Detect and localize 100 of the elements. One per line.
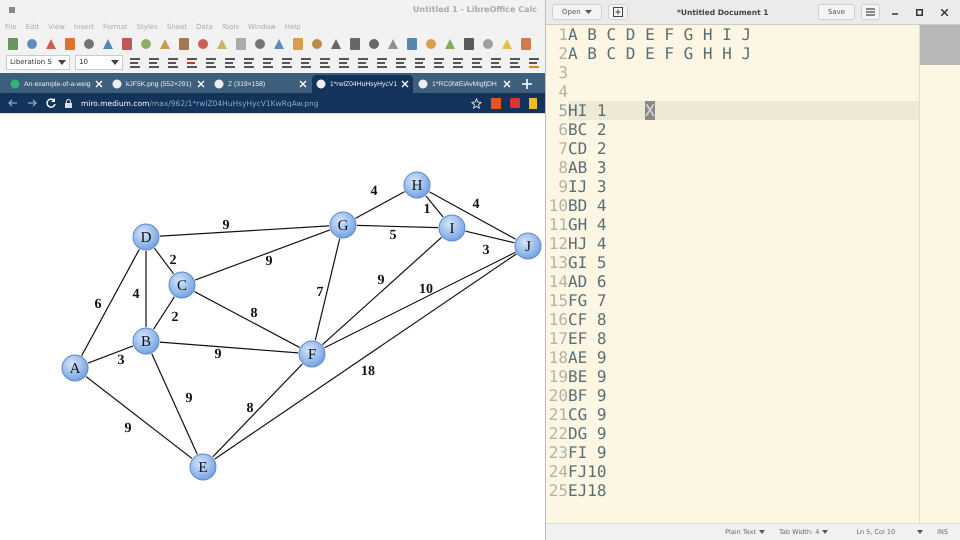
line-text: FG 7	[568, 291, 608, 310]
line-text: BC 2	[568, 120, 608, 139]
edge-weight: 8	[250, 306, 258, 322]
caret-icon[interactable]	[822, 530, 828, 534]
window-title: Untitled 1 - LibreOffice Calc	[412, 5, 537, 14]
line-number: 5	[558, 101, 568, 120]
line-text: A B C D E F G H I J	[568, 25, 752, 44]
font-color-icon[interactable]	[185, 55, 199, 70]
caret-icon[interactable]	[584, 10, 592, 14]
reload-icon[interactable]	[46, 98, 56, 108]
new-document-button[interactable]	[608, 4, 628, 20]
line-text: BE 9	[568, 367, 608, 386]
line-text: AB 3	[568, 158, 608, 177]
line-number: 17	[548, 329, 568, 348]
edge-weight: 5	[390, 228, 396, 244]
line-number: 10	[548, 196, 568, 215]
graph-node: D	[132, 224, 160, 251]
line-number: 6	[558, 120, 568, 139]
text-area[interactable]: A B C D E F G H I J A B C D E F G H H J HI 1 X BC 2 CD 2 AB 3 IJ 3 BD 4 GH 4 HJ 4 GI 5 AD 6 FG 7 CF 8 EF 8 AE 9 BE 9 BF 9 CG 9 DG 9 FI 9 FJ10 EJ18	[568, 25, 919, 523]
line-number: 13	[548, 253, 568, 272]
app-icon	[8, 6, 16, 14]
line-text: HI 1	[568, 101, 608, 120]
line-number: 20	[548, 386, 568, 405]
line-number: 4	[558, 82, 568, 101]
maximize-icon[interactable]	[916, 8, 923, 16]
line-number: 12	[548, 234, 568, 253]
line-number: 3	[558, 63, 568, 82]
graph-node: G	[330, 212, 356, 239]
menu-button[interactable]	[861, 4, 880, 20]
line-number: 23	[548, 443, 568, 462]
star-icon[interactable]	[471, 98, 482, 109]
line-number: 7	[558, 139, 568, 158]
line-number: 18	[548, 348, 568, 367]
line-text: IJ 3	[568, 177, 608, 196]
graph-node: A	[62, 354, 88, 382]
line-text: FI 9	[568, 443, 608, 462]
edge-weight: 9	[378, 273, 384, 288]
line-number: 22	[548, 424, 568, 443]
line-number: 9	[558, 177, 568, 196]
selected-text: X	[645, 101, 655, 120]
edge-weight: 9	[186, 391, 192, 406]
edge-weight: 2	[172, 310, 178, 326]
edge-weight: 1	[424, 202, 430, 218]
edge-weight: 3	[482, 243, 490, 258]
pdf-extension-icon[interactable]	[510, 98, 520, 108]
caret-icon[interactable]	[759, 530, 765, 534]
line-text: DG 9	[568, 424, 608, 443]
line-number: 19	[548, 367, 568, 386]
office-extension-icon[interactable]	[491, 98, 501, 109]
edge-weight: 18	[361, 364, 375, 380]
caret-icon[interactable]	[917, 530, 924, 534]
edge-weight: 9	[266, 254, 272, 270]
align-right-icon[interactable]	[261, 55, 275, 70]
edge-weight: 9	[124, 421, 132, 436]
edge-weight: 7	[316, 285, 324, 300]
graph-node: J	[514, 232, 542, 260]
new-tab-icon[interactable]	[522, 79, 532, 90]
line-text: EF 8	[568, 329, 608, 348]
line-text: BF 9	[568, 386, 608, 405]
menu-icon	[866, 8, 875, 16]
line-number: 15	[548, 291, 568, 310]
line-text: BD 4	[568, 196, 608, 215]
graph-node: H	[404, 172, 430, 199]
line-text: FJ10	[568, 462, 608, 481]
caret-icon[interactable]	[58, 60, 66, 65]
edge-weight: 8	[246, 401, 254, 416]
line-text: GH 4	[568, 215, 608, 234]
graph-node: E	[190, 454, 216, 481]
line-text: CF 8	[568, 310, 608, 329]
line-number: 2	[558, 44, 568, 63]
line-number: 8	[558, 158, 568, 177]
extension-icon[interactable]	[529, 98, 537, 109]
favicon-icon	[112, 79, 122, 90]
graph-node: B	[132, 328, 160, 355]
line-text: CG 9	[568, 405, 608, 424]
edge-weight: 6	[94, 297, 102, 312]
line-text: AE 9	[568, 348, 608, 367]
favicon-icon	[10, 79, 20, 90]
graph-node: F	[298, 340, 326, 368]
edge-weight: 9	[222, 218, 230, 234]
edge-weight: 4	[370, 184, 378, 200]
back-icon[interactable]	[8, 98, 18, 108]
forward-icon[interactable]	[27, 98, 37, 108]
favicon-icon	[418, 79, 428, 90]
line-number: 24	[548, 462, 568, 481]
line-text: AD 6	[568, 272, 608, 291]
edge-weight: 4	[472, 197, 480, 212]
line-text: A B C D E F G H H J	[568, 44, 752, 63]
graph-node: I	[438, 214, 466, 242]
plus-box-icon	[612, 7, 623, 17]
favicon-icon	[316, 79, 326, 90]
edge-weight: 4	[132, 287, 140, 302]
line-text: GI 5	[568, 253, 608, 272]
graph-node: C	[168, 272, 196, 299]
edge-weight: 3	[118, 353, 124, 368]
line-text: HJ 4	[568, 234, 608, 253]
close-icon[interactable]	[941, 8, 948, 16]
edge-weight: 2	[170, 253, 176, 268]
caret-icon[interactable]	[111, 60, 119, 65]
line-number: 21	[548, 405, 568, 424]
